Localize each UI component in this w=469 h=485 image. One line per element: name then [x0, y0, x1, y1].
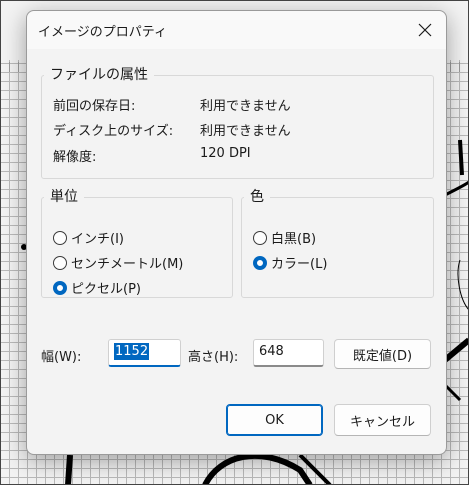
cancel-button[interactable]: キャンセル — [334, 404, 431, 436]
radio-inches-label: インチ(I) — [71, 232, 124, 247]
radio-pixels-label: ピクセル(P) — [71, 282, 141, 297]
disk-size-value: 利用できません — [200, 124, 291, 139]
units-legend: 単位 — [44, 186, 84, 206]
default-button-label: 既定値(D) — [352, 348, 413, 364]
last-saved-value: 利用できません — [200, 99, 291, 114]
close-button[interactable] — [410, 15, 440, 45]
radio-monochrome-label: 白黒(B) — [271, 232, 317, 247]
radio-inches[interactable]: インチ(I) — [53, 228, 124, 247]
radio-color-circle — [253, 255, 267, 270]
radio-pixels-circle — [53, 280, 67, 295]
radio-monochrome[interactable]: 白黒(B) — [253, 228, 316, 247]
width-input-value: 1152 — [114, 343, 150, 360]
radio-color[interactable]: カラー(L) — [253, 253, 327, 272]
last-saved-label: 前回の保存日: — [53, 99, 136, 114]
radio-monochrome-circle — [253, 230, 267, 245]
resolution-label: 解像度: — [53, 150, 97, 165]
radio-centimeters[interactable]: センチメートル(M) — [53, 253, 183, 272]
height-input[interactable]: 648 — [253, 339, 324, 367]
radio-centimeters-circle — [53, 255, 67, 270]
file-attributes-legend: ファイルの属性 — [44, 64, 154, 84]
image-properties-dialog: イメージのプロパティ ファイルの属性 前回の保存日: 利用できません ディスク上… — [26, 10, 447, 455]
ok-button-label: OK — [265, 412, 284, 428]
ok-button[interactable]: OK — [226, 404, 323, 436]
width-label: 幅(W): — [41, 350, 82, 365]
width-input[interactable]: 1152 — [108, 339, 181, 367]
resolution-value: 120 DPI — [200, 146, 251, 161]
dialog-titlebar: イメージのプロパティ — [27, 11, 446, 49]
default-button[interactable]: 既定値(D) — [334, 339, 431, 369]
color-legend: 色 — [244, 186, 270, 206]
color-group: 色 — [241, 186, 434, 298]
height-input-value: 648 — [259, 344, 284, 359]
radio-inches-circle — [53, 230, 67, 245]
radio-centimeters-label: センチメートル(M) — [71, 257, 184, 272]
cancel-button-label: キャンセル — [349, 414, 415, 430]
radio-pixels[interactable]: ピクセル(P) — [53, 278, 141, 297]
height-label: 高さ(H): — [188, 350, 239, 365]
disk-size-label: ディスク上のサイズ: — [53, 124, 174, 139]
dialog-title: イメージのプロパティ — [38, 25, 167, 40]
close-icon — [418, 23, 432, 37]
radio-color-label: カラー(L) — [271, 257, 328, 272]
